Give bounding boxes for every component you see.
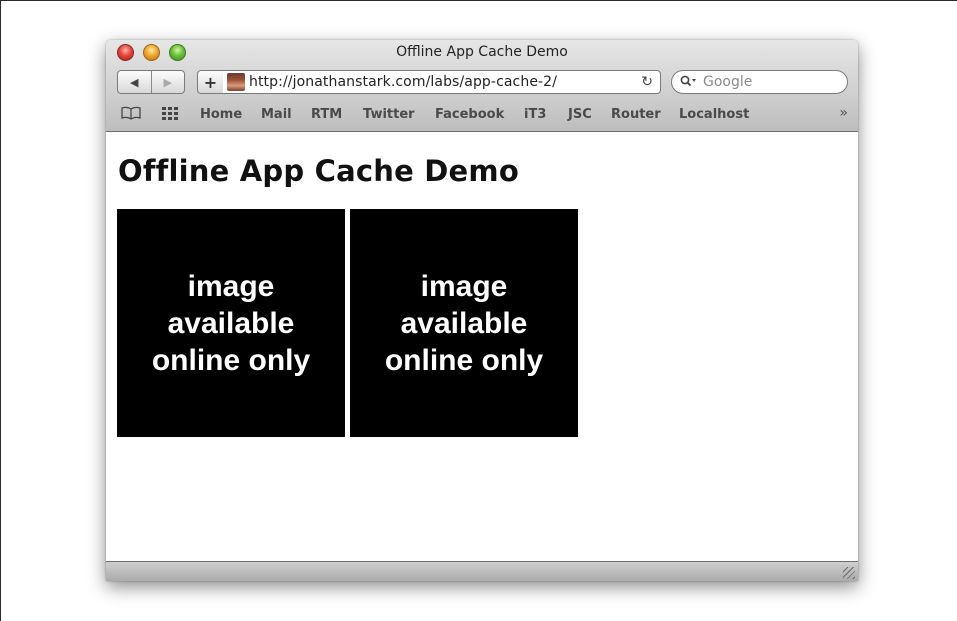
bookmarks-overflow-icon[interactable]: » <box>839 105 848 121</box>
bookmark-twitter[interactable]: Twitter <box>363 107 415 122</box>
back-icon: ◀ <box>130 75 139 89</box>
offline-image-placeholder: image available online only <box>117 209 345 437</box>
offline-image-placeholder: image available online only <box>350 209 578 437</box>
url-field[interactable]: http://jonathanstark.com/labs/app-cache-… <box>249 74 557 90</box>
bookmark-home[interactable]: Home <box>200 107 242 122</box>
bookmark-jsc[interactable]: JSC <box>568 107 592 122</box>
search-field[interactable] <box>671 70 848 94</box>
frame-border-top <box>0 0 957 1</box>
forward-icon: ▶ <box>163 75 172 89</box>
page-title: Offline App Cache Demo <box>118 154 519 188</box>
bookmark-router[interactable]: Router <box>611 107 661 122</box>
site-favicon-icon <box>227 73 245 91</box>
bookmark-facebook[interactable]: Facebook <box>435 107 504 122</box>
back-forward-group: ◀ ▶ <box>117 70 185 94</box>
reload-icon[interactable]: ↻ <box>641 74 653 90</box>
search-input[interactable] <box>701 73 835 91</box>
placeholder-text: image available online only <box>151 269 311 377</box>
browser-window: Offline App Cache Demo ◀ ▶ + http://jona… <box>106 40 858 581</box>
window-title: Offline App Cache Demo <box>396 44 568 60</box>
top-sites-grid-icon[interactable] <box>162 106 179 124</box>
bookmark-it3[interactable]: iT3 <box>524 107 546 122</box>
frame-border-left <box>0 0 1 621</box>
browser-toolbar: Offline App Cache Demo ◀ ▶ + http://jona… <box>106 40 858 132</box>
back-button[interactable]: ◀ <box>118 71 151 93</box>
add-bookmark-button[interactable]: + <box>197 70 224 94</box>
status-bar <box>106 561 858 581</box>
page-content: Offline App Cache Demo image available o… <box>106 132 858 561</box>
bookmark-rtm[interactable]: RTM <box>311 107 342 122</box>
address-bar[interactable]: http://jonathanstark.com/labs/app-cache-… <box>223 70 661 94</box>
forward-button[interactable]: ▶ <box>150 71 185 93</box>
resize-grip-icon[interactable] <box>843 567 855 579</box>
bookmark-mail[interactable]: Mail <box>261 107 292 122</box>
bookmark-localhost[interactable]: Localhost <box>679 107 749 122</box>
bookmarks-book-icon[interactable] <box>121 106 141 124</box>
search-icon[interactable] <box>680 75 697 90</box>
placeholder-text: image available online only <box>384 269 544 377</box>
plus-icon: + <box>203 72 218 92</box>
bookmarks-bar: Home Mail RTM Twitter Facebook iT3 JSC R… <box>106 104 858 128</box>
